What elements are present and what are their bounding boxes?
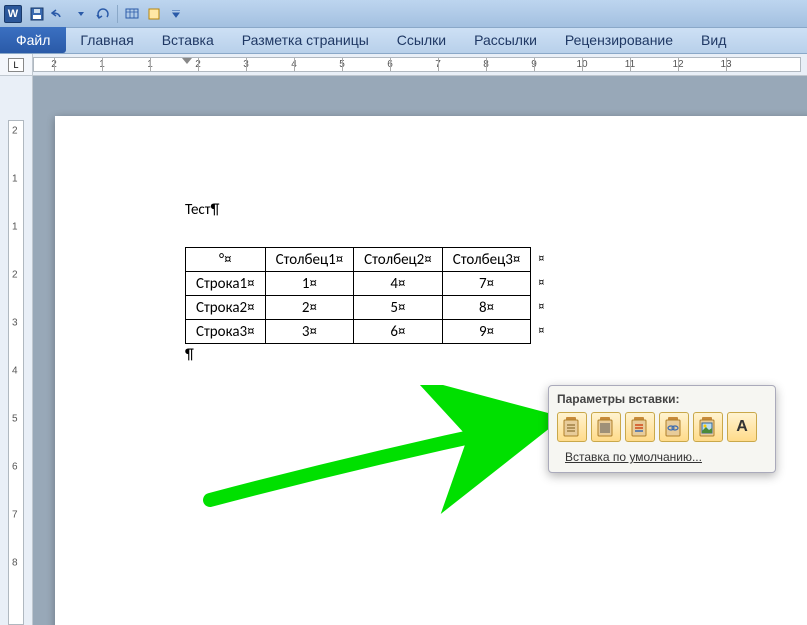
text-only-label: A (736, 418, 748, 436)
table-cell[interactable]: 2¤ (265, 296, 354, 320)
horizontal-ruler[interactable]: 2112345678910111213 (33, 57, 801, 72)
table-cell[interactable]: 4¤ (354, 272, 443, 296)
redo-button[interactable] (93, 4, 113, 24)
document-area[interactable]: Тест¶ °¤ Столбец1¤ Столбец2¤ Столбец3¤¤ … (33, 76, 807, 625)
undo-button[interactable] (49, 4, 69, 24)
paste-options-title: Параметры вставки: (557, 392, 767, 406)
table-row[interactable]: Строка3¤ 3¤ 6¤ 9¤¤ (186, 320, 531, 344)
table-cell[interactable]: 8¤¤ (442, 296, 531, 320)
paste-default-link[interactable]: Вставка по умолчанию... (557, 450, 767, 464)
workspace: 2112345678 Тест¶ °¤ Столбец1¤ Столбец2¤ … (0, 76, 807, 625)
qat-extra-1[interactable] (122, 4, 142, 24)
table-cell[interactable]: 6¤ (354, 320, 443, 344)
horizontal-ruler-row: L 2112345678910111213 (0, 54, 807, 76)
tab-home[interactable]: Главная (66, 27, 147, 53)
undo-dropdown[interactable] (71, 4, 91, 24)
qat-extra-2[interactable] (144, 4, 164, 24)
table-row[interactable]: Строка1¤ 1¤ 4¤ 7¤¤ (186, 272, 531, 296)
paste-merge-formatting[interactable] (591, 412, 621, 442)
ruler-corner[interactable]: L (0, 54, 33, 75)
paste-options-row: A (557, 412, 767, 442)
table-cell[interactable]: 9¤¤ (442, 320, 531, 344)
paragraph-mark[interactable]: ¶ (185, 346, 807, 364)
table-cell[interactable]: 3¤ (265, 320, 354, 344)
paste-picture[interactable] (693, 412, 723, 442)
table-cell[interactable]: 1¤ (265, 272, 354, 296)
tab-view[interactable]: Вид (687, 27, 740, 53)
tab-layout[interactable]: Разметка страницы (228, 27, 383, 53)
save-button[interactable] (27, 4, 47, 24)
table-cell[interactable]: 5¤ (354, 296, 443, 320)
table-cell[interactable]: 7¤¤ (442, 272, 531, 296)
table-row-label[interactable]: Строка3¤ (186, 320, 266, 344)
qat-customize-dropdown[interactable] (166, 4, 186, 24)
table-row[interactable]: Строка2¤ 2¤ 5¤ 8¤¤ (186, 296, 531, 320)
title-bar: W (0, 0, 807, 28)
tab-selector[interactable]: L (8, 58, 24, 72)
tab-insert[interactable]: Вставка (148, 27, 228, 53)
table-col-header[interactable]: Столбец2¤ (354, 248, 443, 272)
table-row-label[interactable]: Строка2¤ (186, 296, 266, 320)
paste-use-destination-styles[interactable] (625, 412, 655, 442)
paste-keep-source-formatting[interactable] (557, 412, 587, 442)
tab-mailings[interactable]: Рассылки (460, 27, 551, 53)
tab-references[interactable]: Ссылки (383, 27, 460, 53)
ribbon-tabs: Файл Главная Вставка Разметка страницы С… (0, 28, 807, 54)
word-app-icon: W (4, 5, 22, 23)
tab-review[interactable]: Рецензирование (551, 27, 687, 53)
paste-text-only[interactable]: A (727, 412, 757, 442)
vertical-ruler-column: 2112345678 (0, 76, 33, 625)
table-corner-cell[interactable]: °¤ (186, 248, 266, 272)
paste-options-toolbar: Параметры вставки: A Вставка по умолчани… (548, 385, 776, 473)
table-row-label[interactable]: Строка1¤ (186, 272, 266, 296)
vertical-ruler[interactable]: 2112345678 (8, 120, 24, 625)
table-col-header[interactable]: Столбец3¤¤ (442, 248, 531, 272)
qat-separator (117, 5, 118, 23)
table-col-header[interactable]: Столбец1¤ (265, 248, 354, 272)
file-tab[interactable]: Файл (0, 27, 66, 53)
document-page[interactable]: Тест¶ °¤ Столбец1¤ Столбец2¤ Столбец3¤¤ … (55, 116, 807, 625)
document-title-text[interactable]: Тест¶ (185, 201, 807, 219)
paste-link-and-keep-formatting[interactable] (659, 412, 689, 442)
document-table[interactable]: °¤ Столбец1¤ Столбец2¤ Столбец3¤¤ Строка… (185, 247, 531, 344)
table-header-row[interactable]: °¤ Столбец1¤ Столбец2¤ Столбец3¤¤ (186, 248, 531, 272)
